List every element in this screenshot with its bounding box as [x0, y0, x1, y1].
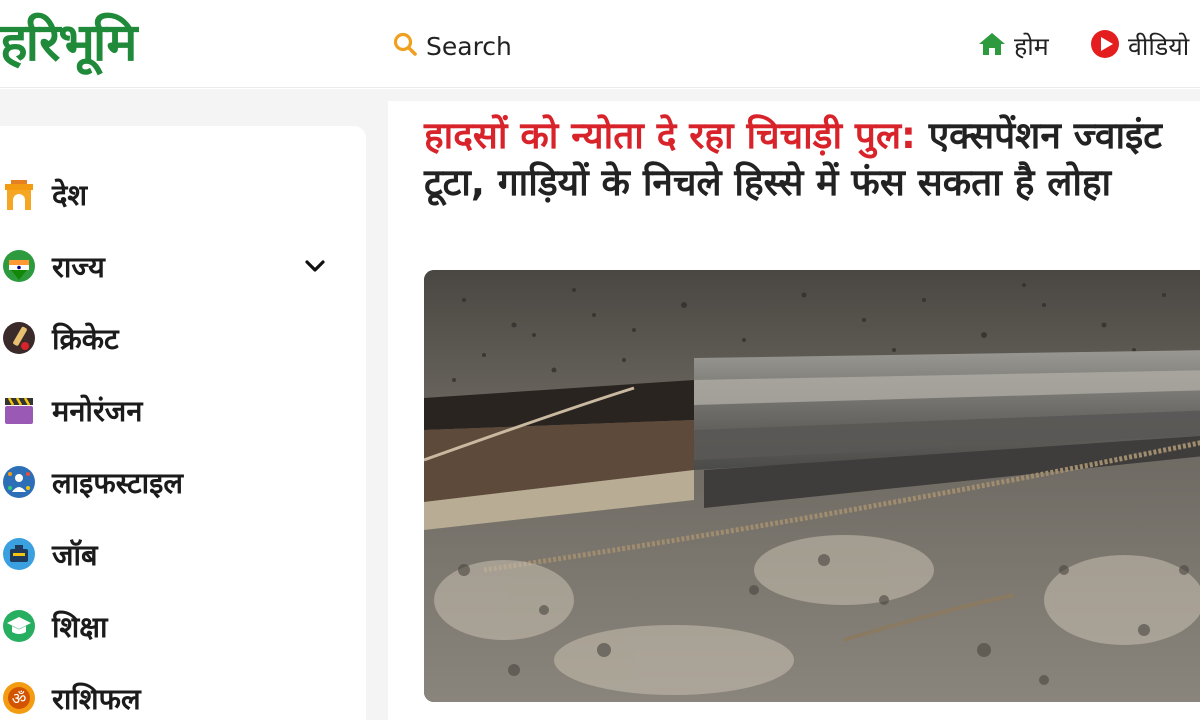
sidebar-item-label: लाइफस्टाइल: [52, 465, 184, 500]
sidebar-item-job[interactable]: जॉब: [0, 526, 366, 582]
sidebar-item-label: राज्य: [52, 249, 105, 284]
content-top-gap: [388, 89, 1200, 101]
site-header: हरिभूमि Search होम वीडियो: [0, 0, 1200, 88]
job-icon: [0, 535, 38, 573]
sidebar-item-manoranjan[interactable]: मनोरंजन: [0, 382, 366, 438]
sidebar-item-label: मनोरंजन: [52, 393, 143, 428]
sidebar-item-shiksha[interactable]: शिक्षा: [0, 598, 366, 654]
site-logo[interactable]: हरिभूमि: [0, 8, 137, 78]
home-icon: [978, 31, 1006, 61]
sidebar-nav: देश राज्य क्रिकेट मनोरंजन लाइफस्टाइल जॉब…: [0, 126, 366, 720]
lifestyle-icon: [0, 463, 38, 501]
sidebar-item-lifestyle[interactable]: लाइफस्टाइल: [0, 454, 366, 510]
headline-highlight: हादसों को न्योता दे रहा चिचाड़ी पुल:: [424, 114, 916, 157]
sidebar-item-rajya[interactable]: राज्य: [0, 238, 366, 294]
sidebar-item-label: राशिफल: [52, 681, 141, 716]
clapperboard-icon: [0, 391, 38, 429]
sidebar-item-label: शिक्षा: [52, 609, 108, 644]
india-gate-icon: [0, 175, 38, 213]
nav-home-label: होम: [1014, 32, 1049, 61]
svg-text:ॐ: ॐ: [12, 689, 27, 708]
search-icon: [392, 31, 418, 61]
nav-video-label: वीडियो: [1128, 32, 1190, 61]
sidebar-item-desh[interactable]: देश: [0, 166, 366, 222]
video-play-icon: [1090, 29, 1120, 63]
nav-video-link[interactable]: वीडियो: [1090, 26, 1189, 66]
sidebar-item-label: देश: [52, 177, 88, 212]
education-icon: [0, 607, 38, 645]
sidebar-item-label: जॉब: [52, 537, 98, 572]
search-button[interactable]: Search: [392, 26, 512, 66]
cricket-icon: [0, 319, 38, 357]
nav-home-link[interactable]: होम: [978, 26, 1049, 66]
sidebar-item-label: क्रिकेट: [52, 321, 119, 356]
search-label: Search: [426, 31, 512, 61]
sidebar-item-cricket[interactable]: क्रिकेट: [0, 310, 366, 366]
india-map-icon: [0, 247, 38, 285]
om-icon: ॐ: [0, 679, 38, 717]
article-headline[interactable]: हादसों को न्योता दे रहा चिचाड़ी पुल: एक्…: [424, 112, 1200, 206]
chevron-down-icon[interactable]: [302, 253, 328, 279]
article-photo[interactable]: [424, 270, 1200, 702]
sidebar-item-rashifal[interactable]: ॐ राशिफल: [0, 670, 366, 720]
